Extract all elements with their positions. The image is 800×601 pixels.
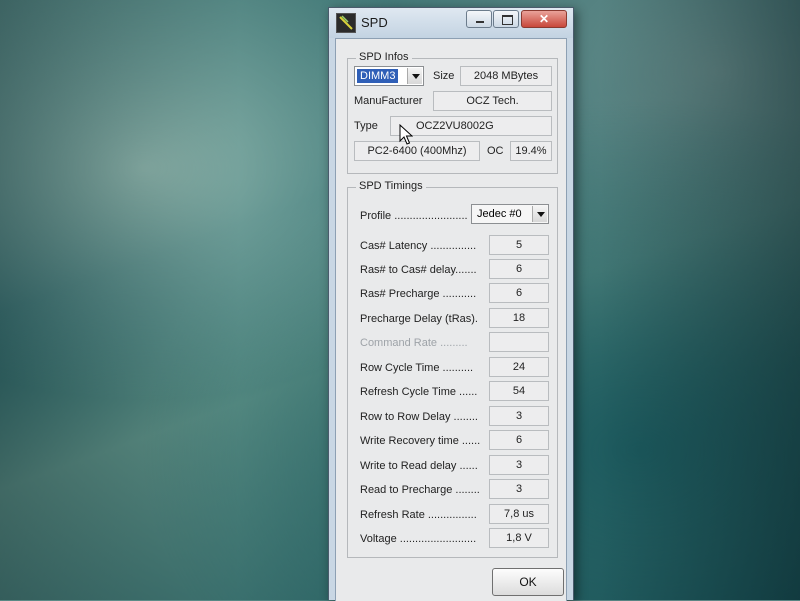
timing-label: Command Rate .........: [360, 337, 468, 349]
manufacturer-label: ManuFacturer: [354, 95, 423, 107]
timing-value: 3: [489, 479, 549, 499]
minimize-icon: [476, 21, 484, 23]
profile-label: Profile ........................: [360, 210, 468, 222]
dimm-slot-selected: DIMM3: [357, 69, 399, 83]
size-label: Size: [433, 70, 455, 82]
client-area: SPD Infos DIMM3 Size 2048 MBytes ManuFac…: [335, 38, 567, 601]
manufacturer-value: OCZ Tech.: [433, 91, 552, 111]
close-icon: ✕: [538, 12, 550, 26]
timing-value: 3: [489, 406, 549, 426]
timing-value: 6: [489, 259, 549, 279]
speed-value: PC2-6400 (400Mhz): [354, 141, 480, 161]
size-value: 2048 MBytes: [460, 66, 552, 86]
timing-value: 5: [489, 235, 549, 255]
timing-value: [489, 332, 549, 352]
maximize-button[interactable]: [493, 10, 519, 28]
timing-label: Cas# Latency ...............: [360, 240, 477, 252]
dimm-slot-select[interactable]: DIMM3: [354, 66, 424, 86]
mouse-cursor-icon: [399, 123, 414, 151]
profile-select[interactable]: Jedec #0: [471, 204, 549, 224]
timing-label: Row Cycle Time ..........: [360, 362, 474, 374]
timing-value: 24: [489, 357, 549, 377]
spd-infos-group: SPD Infos DIMM3 Size 2048 MBytes ManuFac…: [347, 51, 558, 174]
spd-timings-legend: SPD Timings: [356, 180, 426, 192]
spd-window: SPD ✕ SPD Infos DIMM3 Size 2048 MBytes M…: [328, 7, 574, 601]
timing-value: 18: [489, 308, 549, 328]
timing-label: Refresh Cycle Time ......: [360, 386, 478, 398]
timing-label: Read to Precharge ........: [360, 484, 480, 496]
timing-value: 6: [489, 430, 549, 450]
timing-label: Row to Row Delay ........: [360, 411, 478, 423]
timing-label: Write Recovery time ......: [360, 435, 481, 447]
title-bar[interactable]: SPD ✕: [329, 8, 573, 38]
maximize-icon: [502, 15, 513, 25]
close-button[interactable]: ✕: [521, 10, 567, 28]
timing-value: 1,8 V: [489, 528, 549, 548]
window-title: SPD: [361, 15, 388, 30]
timing-value: 3: [489, 455, 549, 475]
type-value: OCZ2VU8002G: [390, 116, 552, 136]
timing-label: Ras# to Cas# delay.......: [360, 264, 477, 276]
ok-button[interactable]: OK: [492, 568, 564, 596]
type-label: Type: [354, 120, 378, 132]
minimize-button[interactable]: [466, 10, 492, 28]
oc-value: 19.4%: [510, 141, 552, 161]
oc-label: OC: [487, 145, 504, 157]
timing-value: 7,8 us: [489, 504, 549, 524]
profile-selected: Jedec #0: [477, 208, 522, 220]
timing-value: 54: [489, 381, 549, 401]
chevron-down-icon[interactable]: [532, 206, 547, 222]
spd-timings-group: SPD Timings Profile ....................…: [347, 180, 558, 558]
timing-label: Write to Read delay ......: [360, 460, 478, 472]
spd-app-icon: [336, 13, 356, 33]
spd-infos-legend: SPD Infos: [356, 51, 412, 63]
timing-label: Ras# Precharge ...........: [360, 288, 477, 300]
timing-label: Voltage .........................: [360, 533, 477, 545]
timing-value: 6: [489, 283, 549, 303]
timing-label: Refresh Rate ................: [360, 509, 477, 521]
timing-label: Precharge Delay (tRas).: [360, 313, 478, 325]
chevron-down-icon[interactable]: [407, 68, 422, 84]
